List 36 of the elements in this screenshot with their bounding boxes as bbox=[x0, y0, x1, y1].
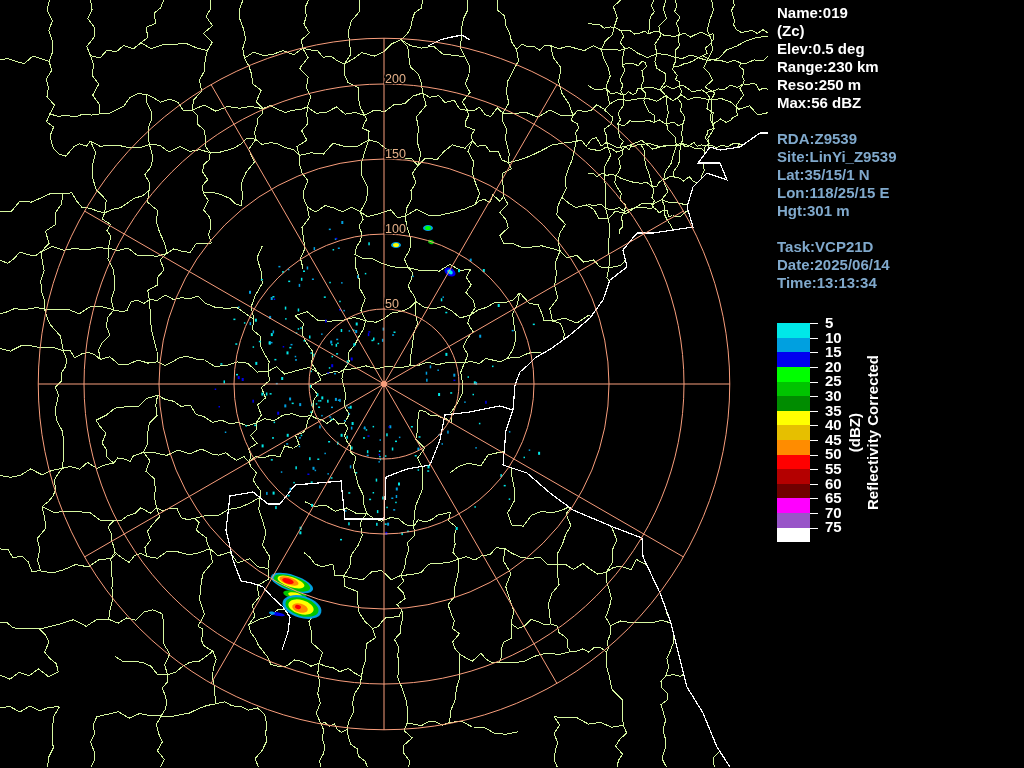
legend-value: 20 bbox=[825, 359, 843, 375]
product-info-text: Reso:250 m bbox=[777, 76, 863, 94]
task-info-text: Time:13:13:34 bbox=[777, 274, 878, 292]
site-info-text: RDA:Z9539 bbox=[777, 130, 859, 148]
radar-center-icon bbox=[381, 381, 387, 387]
product-info-text: Name:019 bbox=[777, 4, 849, 22]
range-label: 100 bbox=[385, 222, 406, 236]
legend-value: 5 bbox=[825, 316, 835, 331]
product-info-text: Range:230 km bbox=[777, 58, 880, 76]
site-info-text: Site:LinYi_Z9539 bbox=[777, 148, 898, 166]
legend-value: 35 bbox=[825, 403, 843, 419]
legend-value: 40 bbox=[825, 418, 843, 433]
legend-value: 50 bbox=[825, 447, 843, 462]
legend-value: 10 bbox=[825, 330, 843, 346]
legend-value: 70 bbox=[825, 505, 843, 521]
legend-value: 55 bbox=[825, 461, 843, 477]
legend-title: Reflectivity Corrected bbox=[864, 355, 881, 511]
legend-value: 60 bbox=[825, 476, 843, 492]
site-info-text: Hgt:301 m bbox=[777, 202, 851, 220]
legend-value: 30 bbox=[825, 388, 843, 404]
task-info-text: Task:VCP21D bbox=[777, 238, 875, 256]
legend-value: 25 bbox=[825, 374, 843, 389]
storm-echo-drawing bbox=[269, 572, 322, 619]
legend-value: 65 bbox=[825, 491, 843, 506]
range-label: 50 bbox=[385, 297, 399, 311]
legend-value: 75 bbox=[825, 520, 843, 535]
legend-value: 15 bbox=[825, 345, 843, 360]
legend-unit: (dBZ) bbox=[846, 413, 863, 453]
site-info-text: Lon:118/25/15 E bbox=[777, 184, 891, 202]
task-info-text: Date:2025/06/14 bbox=[777, 256, 891, 274]
range-label: 200 bbox=[385, 72, 406, 86]
site-info-text: Lat:35/15/1 N bbox=[777, 166, 871, 184]
product-info-text: Max:56 dBZ bbox=[777, 94, 863, 112]
product-info-text: (Zc) bbox=[777, 22, 806, 40]
product-info-text: Elev:0.5 deg bbox=[777, 40, 866, 58]
legend-value: 45 bbox=[825, 432, 843, 448]
